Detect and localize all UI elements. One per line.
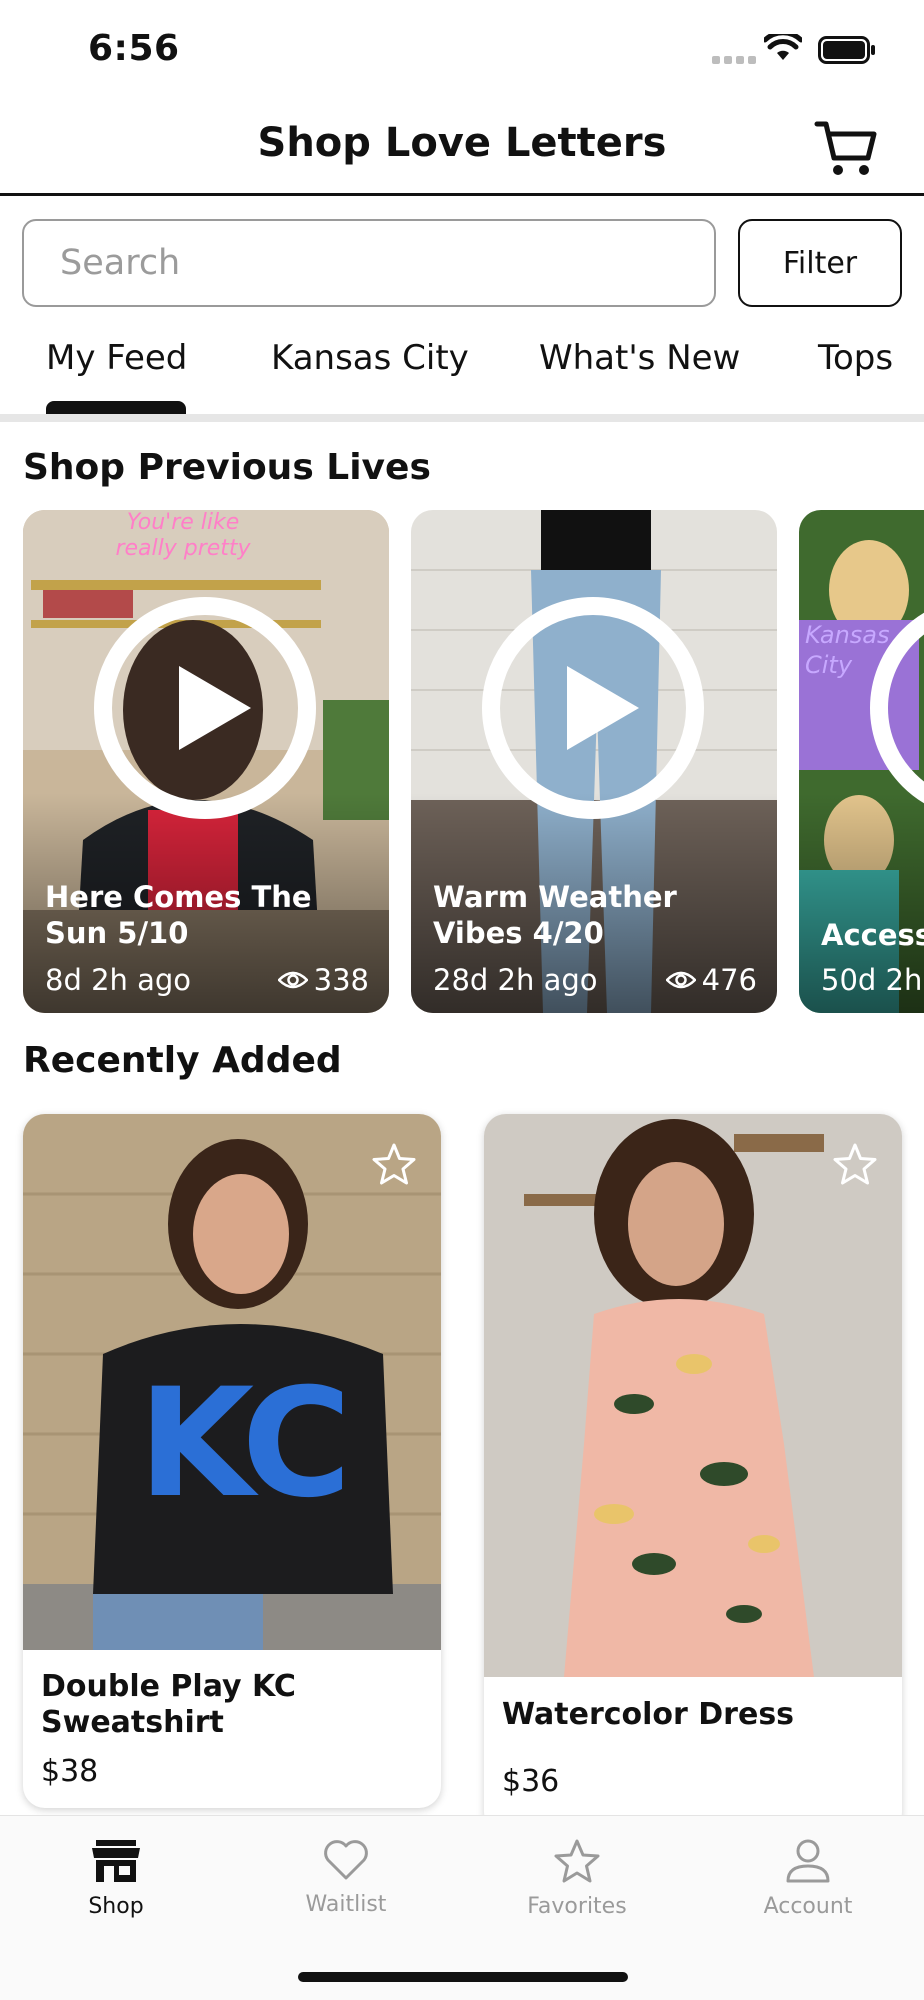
live-title: Here Comes The Sun 5/10 — [45, 880, 312, 950]
active-tab-indicator — [46, 401, 186, 414]
tab-bar-shop[interactable]: Shop — [36, 1838, 196, 1919]
view-count: 338 — [277, 963, 369, 997]
live-title: Warm Weather Vibes 4/20 — [433, 880, 677, 950]
play-icon[interactable] — [869, 596, 924, 820]
tab-bar-label: Waitlist — [305, 1892, 387, 1917]
cellular-signal-icon — [712, 56, 756, 64]
favorite-star-icon[interactable] — [832, 1142, 878, 1186]
live-card[interactable]: Warm Weather Vibes 4/20 28d 2h ago 476 — [411, 510, 777, 1013]
tab-bar-label: Account — [763, 1894, 853, 1919]
battery-icon — [818, 36, 875, 64]
live-date: 8d 2h ago — [45, 963, 192, 997]
tab-whats-new[interactable]: What's New — [539, 338, 740, 378]
tab-bar-account[interactable]: Account — [728, 1838, 888, 1919]
eye-icon — [277, 971, 308, 989]
live-title: Accesso — [821, 918, 924, 952]
cart-icon[interactable] — [814, 118, 878, 180]
product-name: Double Play KC Sweatshirt — [41, 1669, 296, 1740]
star-icon — [554, 1839, 600, 1883]
play-icon[interactable] — [93, 596, 317, 820]
product-image[interactable] — [484, 1114, 902, 1677]
product-card[interactable]: Watercolor Dress $36 — [484, 1114, 902, 1834]
live-card[interactable]: Kansas City Accesso 50d 2h — [799, 510, 924, 1013]
category-tabs: My Feed Kansas City What's New Tops — [0, 330, 924, 422]
recently-added-title: Recently Added — [23, 1040, 342, 1081]
tab-bar-favorites[interactable]: Favorites — [497, 1838, 657, 1919]
status-time: 6:56 — [88, 28, 180, 69]
view-count-value: 338 — [313, 963, 369, 997]
product-card[interactable]: KC Double Play KC Sweatshirt $38 — [23, 1114, 441, 1808]
status-bar: 6:56 — [0, 0, 924, 100]
view-count-value: 476 — [701, 963, 757, 997]
tab-tops[interactable]: Tops — [818, 338, 893, 378]
tab-bar-label: Favorites — [527, 1894, 627, 1919]
view-count: 476 — [665, 963, 757, 997]
filter-button[interactable]: Filter — [738, 219, 902, 307]
person-icon — [786, 1839, 830, 1883]
product-price: $38 — [41, 1754, 99, 1789]
play-icon[interactable] — [481, 596, 705, 820]
search-input[interactable] — [22, 219, 716, 307]
tab-bar-waitlist[interactable]: Waitlist — [266, 1838, 426, 1917]
live-image-caption: You're like really pretty — [115, 510, 251, 561]
product-price: $36 — [502, 1764, 560, 1799]
tab-kansas-city[interactable]: Kansas City — [271, 338, 469, 378]
favorite-star-icon[interactable] — [371, 1142, 417, 1186]
tab-my-feed[interactable]: My Feed — [46, 338, 187, 378]
previous-lives-carousel[interactable]: You're like really pretty Here Comes The… — [0, 510, 924, 1015]
wifi-icon — [764, 34, 802, 60]
previous-lives-title: Shop Previous Lives — [23, 447, 431, 488]
live-card[interactable]: You're like really pretty Here Comes The… — [23, 510, 389, 1013]
product-name: Watercolor Dress — [502, 1697, 795, 1732]
live-date: 50d 2h — [821, 963, 923, 997]
product-image[interactable]: KC — [23, 1114, 441, 1650]
heart-icon — [324, 1840, 368, 1880]
live-date: 28d 2h ago — [433, 963, 598, 997]
eye-icon — [665, 971, 696, 989]
page-title: Shop Love Letters — [257, 120, 667, 166]
storefront-icon — [92, 1840, 140, 1882]
tab-bar-label: Shop — [88, 1894, 144, 1919]
home-indicator — [298, 1972, 628, 1982]
app-header: Shop Love Letters — [0, 100, 924, 196]
shirt-print: KC — [138, 1357, 352, 1531]
